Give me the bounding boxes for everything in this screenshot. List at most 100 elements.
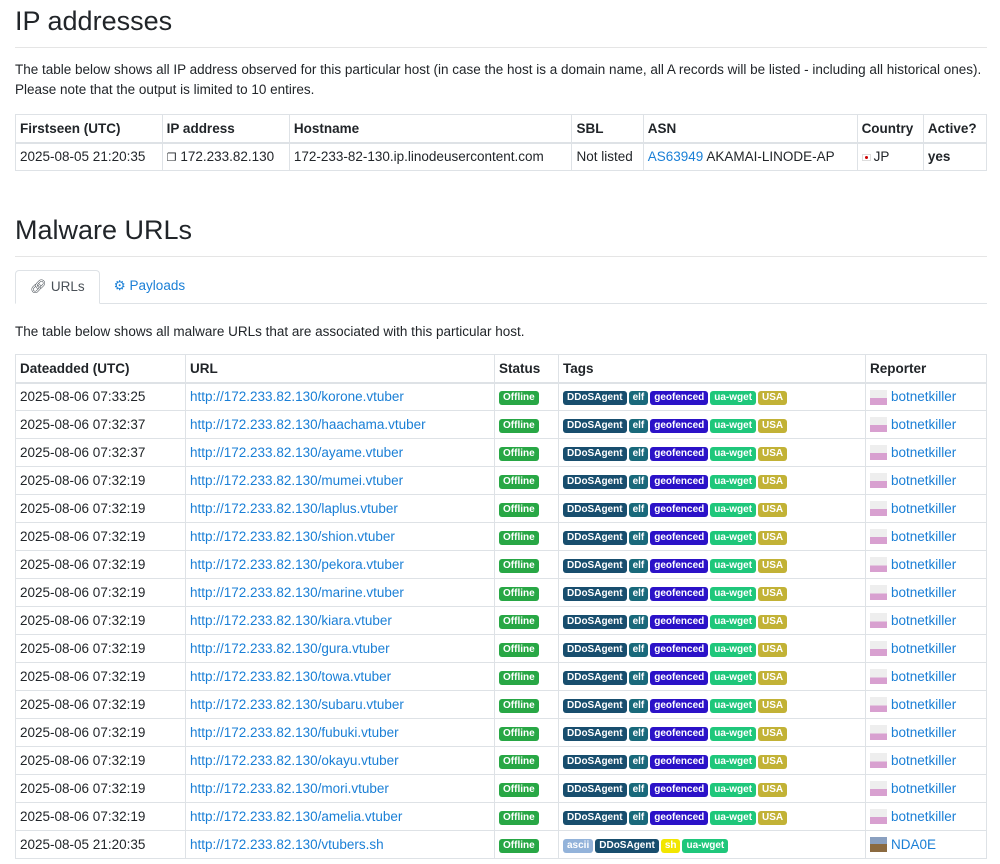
tag-badge[interactable]: geofenced bbox=[650, 391, 709, 406]
url-link[interactable]: http://172.233.82.130/vtubers.sh bbox=[190, 837, 384, 852]
tab-payloads[interactable]: ⚙ Payloads bbox=[100, 270, 199, 304]
tag-badge[interactable]: elf bbox=[628, 587, 649, 601]
tag-badge[interactable]: DDoSAgent bbox=[595, 839, 659, 853]
tag-badge[interactable]: DDoSAgent bbox=[563, 419, 627, 433]
url-link[interactable]: http://172.233.82.130/fubuki.vtuber bbox=[190, 725, 399, 740]
tag-badge[interactable]: geofenced bbox=[650, 699, 709, 713]
url-link[interactable]: http://172.233.82.130/okayu.vtuber bbox=[190, 753, 399, 768]
tag-badge[interactable]: DDoSAgent bbox=[563, 559, 627, 573]
tag-badge[interactable]: sh bbox=[660, 839, 681, 853]
reporter-link[interactable]: NDA0E bbox=[891, 837, 936, 852]
reporter-link[interactable]: botnetkiller bbox=[891, 641, 956, 656]
tag-badge[interactable]: geofenced bbox=[650, 559, 709, 573]
reporter-link[interactable]: botnetkiller bbox=[891, 725, 956, 740]
reporter-link[interactable]: botnetkiller bbox=[891, 445, 956, 460]
reporter-link[interactable]: botnetkiller bbox=[891, 557, 956, 572]
reporter-link[interactable]: botnetkiller bbox=[891, 473, 956, 488]
tag-badge[interactable]: elf bbox=[628, 671, 649, 685]
tag-badge[interactable]: DDoSAgent bbox=[563, 447, 627, 461]
tag-badge[interactable]: elf bbox=[628, 811, 649, 825]
tag-badge[interactable]: elf bbox=[628, 783, 649, 797]
tag-badge[interactable]: ua-wget bbox=[710, 447, 757, 461]
tag-badge[interactable]: USA bbox=[758, 587, 788, 601]
tag-badge[interactable]: elf bbox=[628, 391, 649, 406]
tag-badge[interactable]: DDoSAgent bbox=[563, 783, 627, 797]
tag-badge[interactable]: DDoSAgent bbox=[563, 643, 627, 657]
tag-badge[interactable]: ua-wget bbox=[710, 587, 757, 601]
reporter-link[interactable]: botnetkiller bbox=[891, 809, 956, 824]
tag-badge[interactable]: geofenced bbox=[650, 531, 709, 545]
tag-badge[interactable]: USA bbox=[758, 615, 788, 629]
tag-badge[interactable]: ascii bbox=[563, 839, 594, 853]
tag-badge[interactable]: elf bbox=[628, 699, 649, 713]
url-link[interactable]: http://172.233.82.130/laplus.vtuber bbox=[190, 501, 398, 516]
url-link[interactable]: http://172.233.82.130/korone.vtuber bbox=[190, 389, 404, 404]
tag-badge[interactable]: USA bbox=[758, 475, 788, 489]
reporter-link[interactable]: botnetkiller bbox=[891, 501, 956, 516]
tag-badge[interactable]: DDoSAgent bbox=[563, 391, 627, 406]
tag-badge[interactable]: geofenced bbox=[650, 587, 709, 601]
tag-badge[interactable]: ua-wget bbox=[710, 783, 757, 797]
url-link[interactable]: http://172.233.82.130/mori.vtuber bbox=[190, 781, 389, 796]
tag-badge[interactable]: USA bbox=[758, 503, 788, 517]
tag-badge[interactable]: USA bbox=[758, 811, 788, 825]
tag-badge[interactable]: geofenced bbox=[650, 419, 709, 433]
tag-badge[interactable]: elf bbox=[628, 447, 649, 461]
url-link[interactable]: http://172.233.82.130/kiara.vtuber bbox=[190, 613, 392, 628]
reporter-link[interactable]: botnetkiller bbox=[891, 669, 956, 684]
tag-badge[interactable]: ua-wget bbox=[710, 699, 757, 713]
tag-badge[interactable]: elf bbox=[628, 559, 649, 573]
tag-badge[interactable]: DDoSAgent bbox=[563, 475, 627, 489]
tag-badge[interactable]: ua-wget bbox=[710, 643, 757, 657]
tag-badge[interactable]: elf bbox=[628, 503, 649, 517]
tag-badge[interactable]: USA bbox=[758, 727, 788, 741]
tag-badge[interactable]: ua-wget bbox=[710, 671, 757, 685]
tag-badge[interactable]: USA bbox=[758, 391, 788, 406]
url-link[interactable]: http://172.233.82.130/gura.vtuber bbox=[190, 641, 390, 656]
reporter-link[interactable]: botnetkiller bbox=[891, 585, 956, 600]
url-link[interactable]: http://172.233.82.130/ayame.vtuber bbox=[190, 445, 403, 460]
tag-badge[interactable]: USA bbox=[758, 419, 788, 433]
tag-badge[interactable]: DDoSAgent bbox=[563, 503, 627, 517]
tag-badge[interactable]: USA bbox=[758, 699, 788, 713]
tag-badge[interactable]: USA bbox=[758, 643, 788, 657]
tag-badge[interactable]: ua-wget bbox=[710, 727, 757, 741]
reporter-link[interactable]: botnetkiller bbox=[891, 613, 956, 628]
url-link[interactable]: http://172.233.82.130/shion.vtuber bbox=[190, 529, 395, 544]
tag-badge[interactable]: USA bbox=[758, 531, 788, 545]
reporter-link[interactable]: botnetkiller bbox=[891, 753, 956, 768]
reporter-link[interactable]: botnetkiller bbox=[891, 781, 956, 796]
url-link[interactable]: http://172.233.82.130/marine.vtuber bbox=[190, 585, 404, 600]
url-link[interactable]: http://172.233.82.130/towa.vtuber bbox=[190, 669, 391, 684]
tag-badge[interactable]: geofenced bbox=[650, 755, 709, 769]
url-link[interactable]: http://172.233.82.130/pekora.vtuber bbox=[190, 557, 404, 572]
tag-badge[interactable]: elf bbox=[628, 727, 649, 741]
reporter-link[interactable]: botnetkiller bbox=[891, 697, 956, 712]
tag-badge[interactable]: USA bbox=[758, 559, 788, 573]
tag-badge[interactable]: geofenced bbox=[650, 447, 709, 461]
tag-badge[interactable]: USA bbox=[758, 783, 788, 797]
tag-badge[interactable]: DDoSAgent bbox=[563, 755, 627, 769]
tag-badge[interactable]: ua-wget bbox=[710, 475, 757, 489]
tag-badge[interactable]: geofenced bbox=[650, 503, 709, 517]
tag-badge[interactable]: ua-wget bbox=[710, 531, 757, 545]
reporter-link[interactable]: botnetkiller bbox=[891, 417, 956, 432]
tag-badge[interactable]: DDoSAgent bbox=[563, 699, 627, 713]
url-link[interactable]: http://172.233.82.130/haachama.vtuber bbox=[190, 417, 426, 432]
tag-badge[interactable]: geofenced bbox=[650, 727, 709, 741]
tag-badge[interactable]: geofenced bbox=[650, 615, 709, 629]
tag-badge[interactable]: ua-wget bbox=[710, 615, 757, 629]
copy-icon[interactable]: ❐ bbox=[167, 152, 177, 164]
tag-badge[interactable]: elf bbox=[628, 419, 649, 433]
tag-badge[interactable]: DDoSAgent bbox=[563, 727, 627, 741]
tag-badge[interactable]: elf bbox=[628, 755, 649, 769]
tag-badge[interactable]: geofenced bbox=[650, 811, 709, 825]
tag-badge[interactable]: ua-wget bbox=[710, 391, 757, 406]
tag-badge[interactable]: ua-wget bbox=[682, 839, 729, 853]
tab-urls[interactable]: 🔗︎ URLs bbox=[15, 270, 100, 304]
tag-badge[interactable]: USA bbox=[758, 447, 788, 461]
tag-badge[interactable]: DDoSAgent bbox=[563, 615, 627, 629]
url-link[interactable]: http://172.233.82.130/subaru.vtuber bbox=[190, 697, 404, 712]
tag-badge[interactable]: elf bbox=[628, 531, 649, 545]
tag-badge[interactable]: geofenced bbox=[650, 783, 709, 797]
